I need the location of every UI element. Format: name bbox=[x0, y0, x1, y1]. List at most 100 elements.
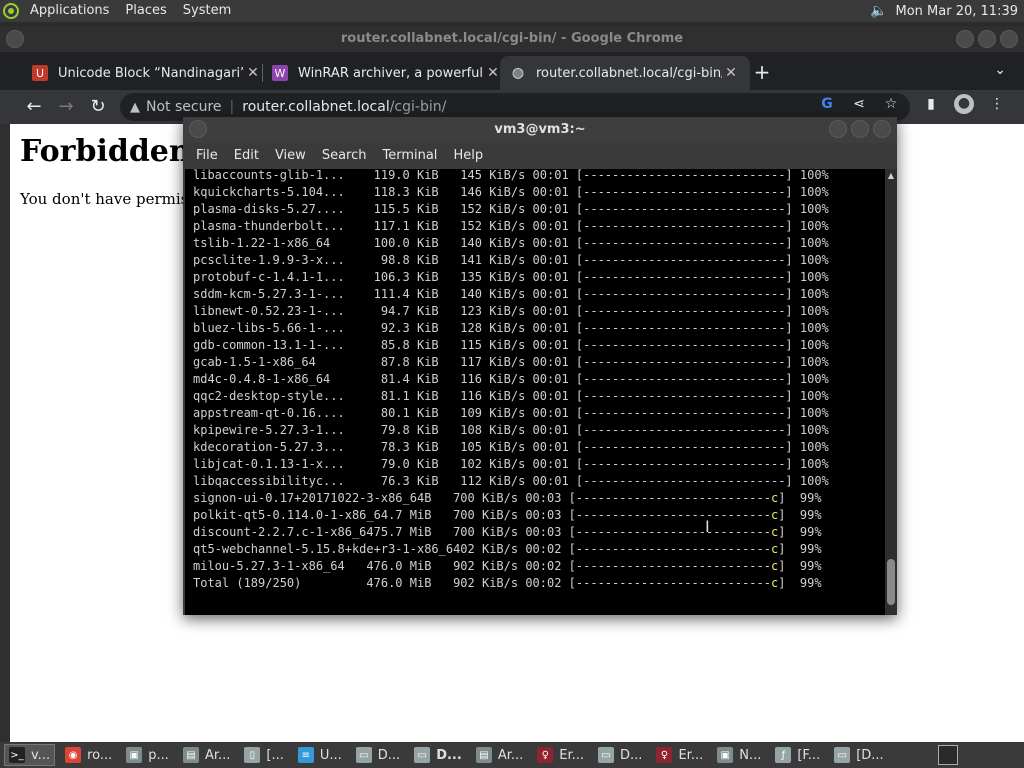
top-panel: Applications Places System 🔈 Mon Mar 20,… bbox=[0, 0, 1024, 22]
taskbar-item[interactable]: ◉ ro... bbox=[61, 744, 116, 766]
tab-search-chevron-icon[interactable]: ⌄ bbox=[994, 62, 1006, 78]
chrome-window-title: router.collabnet.local/cgi-bin/ - Google… bbox=[340, 31, 684, 46]
new-tab-button[interactable]: + bbox=[750, 60, 774, 84]
menu-search[interactable]: Search bbox=[315, 143, 374, 169]
window-menu-icon[interactable] bbox=[189, 120, 207, 138]
profile-avatar-icon[interactable]: ● bbox=[954, 94, 974, 114]
taskbar-item-label: v... bbox=[31, 747, 51, 763]
terminal-scrollbar[interactable]: ▲ bbox=[885, 169, 897, 615]
terminal-output[interactable]: libaccounts-glib-1... 119.0 KiB 145 KiB/… bbox=[185, 169, 885, 615]
scroll-up-arrow-icon[interactable]: ▲ bbox=[886, 171, 896, 181]
package-icon: ▣ bbox=[717, 747, 734, 763]
reload-button[interactable]: ↻ bbox=[86, 95, 110, 119]
terminal-window: vm3@vm3:~ File Edit View Search Terminal… bbox=[183, 117, 897, 615]
taskbar-item-label: Ar... bbox=[497, 747, 524, 763]
taskbar-item[interactable]: ≡ U... bbox=[294, 744, 346, 766]
page-message: You don't have permissio bbox=[20, 190, 210, 208]
bookmark-star-icon[interactable]: ☆ bbox=[882, 95, 900, 113]
taskbar-item[interactable]: ▤ Ar... bbox=[179, 744, 234, 766]
tab-unicode-block[interactable]: U Unicode Block “Nandinagari” ✕ bbox=[22, 56, 272, 90]
terminal-line: discount-2.2.7.c-1-x86_6475.7 MiB 700 Ki… bbox=[193, 525, 822, 539]
menu-terminal[interactable]: Terminal bbox=[375, 143, 444, 169]
terminal-line: sddm-kcm-5.27.3-1-... 111.4 KiB 140 KiB/… bbox=[193, 287, 829, 301]
wine-icon: ♀ bbox=[656, 747, 673, 763]
close-button[interactable] bbox=[1000, 30, 1018, 48]
maximize-button[interactable] bbox=[978, 30, 996, 48]
taskbar-item[interactable]: >_ v... bbox=[4, 744, 56, 766]
taskbar-item[interactable]: ▭ [D... bbox=[830, 744, 887, 766]
taskbar-item[interactable]: ▣ p... bbox=[122, 744, 173, 766]
menu-system[interactable]: System bbox=[175, 0, 239, 22]
terminal-line: plasma-disks-5.27.... 115.5 KiB 152 KiB/… bbox=[193, 202, 829, 216]
terminal-title: vm3@vm3:~ bbox=[494, 122, 586, 137]
forward-button[interactable]: → bbox=[54, 95, 78, 119]
chrome-window-menu bbox=[6, 30, 24, 48]
taskbar-item[interactable]: ▯ [... bbox=[240, 744, 287, 766]
tab-router[interactable]: ◍ router.collabnet.local/cgi-bin/ ✕ bbox=[500, 56, 750, 90]
taskbar-item[interactable]: ▤ Ar... bbox=[472, 744, 527, 766]
taskbar-item[interactable]: ♀ Er... bbox=[533, 744, 588, 766]
share-icon[interactable]: ⋖ bbox=[850, 95, 868, 113]
menu-places[interactable]: Places bbox=[117, 0, 174, 22]
terminal-titlebar[interactable]: vm3@vm3:~ bbox=[183, 117, 897, 143]
chrome-icon: ◉ bbox=[65, 747, 82, 763]
taskbar-item-label: D... bbox=[377, 747, 401, 763]
menu-help[interactable]: Help bbox=[446, 143, 490, 169]
terminal-line: pcsclite-1.9.9-3-x... 98.8 KiB 141 KiB/s… bbox=[193, 253, 829, 267]
window-menu-icon[interactable] bbox=[6, 30, 24, 48]
omnibox-divider: | bbox=[229, 99, 235, 115]
menu-edit[interactable]: Edit bbox=[227, 143, 266, 169]
tab-close-icon[interactable]: ✕ bbox=[722, 65, 740, 81]
terminal-line: Total (189/250) 476.0 MiB 902 KiB/s 00:0… bbox=[193, 576, 822, 590]
taskbar-item[interactable]: ▭ D... bbox=[410, 744, 466, 766]
back-button[interactable]: ← bbox=[22, 95, 46, 119]
url-path[interactable]: /cgi-bin/ bbox=[390, 99, 447, 115]
google-lens-icon[interactable]: G bbox=[818, 95, 836, 113]
minimize-button[interactable] bbox=[829, 120, 847, 138]
taskbar-item[interactable]: ▭ D... bbox=[594, 744, 646, 766]
terminal-line: signon-ui-0.17+20171022-3-x86_64B 700 Ki… bbox=[193, 491, 822, 505]
minimize-button[interactable] bbox=[956, 30, 974, 48]
tab-close-icon[interactable]: ✕ bbox=[244, 65, 262, 81]
document-icon: ▯ bbox=[244, 747, 261, 763]
terminal-line: qt5-webchannel-5.15.8+kde+r3-1-x86_6402 … bbox=[193, 542, 822, 556]
terminal-line: md4c-0.4.8-1-x86_64 81.4 KiB 116 KiB/s 0… bbox=[193, 372, 829, 386]
maximize-button[interactable] bbox=[851, 120, 869, 138]
folder-icon: ▭ bbox=[414, 747, 431, 763]
taskbar-item[interactable]: ▣ N... bbox=[713, 744, 765, 766]
menu-applications[interactable]: Applications bbox=[22, 0, 117, 22]
scrollbar-thumb[interactable] bbox=[887, 559, 895, 605]
menu-file[interactable]: File bbox=[189, 143, 225, 169]
url-host[interactable]: router.collabnet.local bbox=[242, 99, 389, 115]
volume-icon[interactable]: 🔈 bbox=[870, 3, 887, 19]
archive-icon: ▤ bbox=[475, 747, 492, 763]
taskbar-item-label: p... bbox=[148, 747, 169, 763]
tab-title: Unicode Block “Nandinagari” bbox=[58, 65, 244, 81]
taskbar-item-label: U... bbox=[319, 747, 342, 763]
panel-clock[interactable]: Mon Mar 20, 11:39 bbox=[888, 4, 1024, 19]
text-cursor-icon: I bbox=[705, 517, 710, 536]
terminal-line: kquickcharts-5.104... 118.3 KiB 146 KiB/… bbox=[193, 185, 829, 199]
taskbar-item-label: Er... bbox=[559, 747, 585, 763]
taskbar-item[interactable]: ƒ [F... bbox=[771, 744, 824, 766]
workspace-switcher[interactable] bbox=[938, 745, 958, 765]
terminal-line: protobuf-c-1.4.1-1... 106.3 KiB 135 KiB/… bbox=[193, 270, 829, 284]
sidepanel-icon[interactable]: ▮ bbox=[922, 95, 940, 113]
terminal-menubar: File Edit View Search Terminal Help bbox=[183, 143, 897, 169]
warning-icon[interactable]: ▲ bbox=[130, 100, 140, 115]
taskbar-item[interactable]: ▭ D... bbox=[352, 744, 404, 766]
distro-logo-icon[interactable] bbox=[0, 0, 22, 22]
terminal-icon: >_ bbox=[9, 747, 25, 763]
folder-icon: ▭ bbox=[355, 747, 372, 763]
kebab-menu-icon[interactable]: ⋮ bbox=[988, 95, 1006, 113]
tab-winrar[interactable]: W WinRAR archiver, a powerful t ✕ bbox=[262, 56, 512, 90]
menu-view[interactable]: View bbox=[268, 143, 313, 169]
terminal-line: kdecoration-5.27.3... 78.3 KiB 105 KiB/s… bbox=[193, 440, 829, 454]
not-secure-label[interactable]: Not secure bbox=[146, 99, 222, 115]
globe-icon: ◍ bbox=[511, 65, 525, 81]
chrome-titlebar[interactable]: router.collabnet.local/cgi-bin/ - Google… bbox=[0, 26, 1024, 52]
close-button[interactable] bbox=[873, 120, 891, 138]
taskbar-item[interactable]: ♀ Er... bbox=[652, 744, 707, 766]
terminal-line: milou-5.27.3-1-x86_64 476.0 MiB 902 KiB/… bbox=[193, 559, 822, 573]
tab-strip: U Unicode Block “Nandinagari” ✕ W WinRAR… bbox=[0, 52, 1024, 90]
